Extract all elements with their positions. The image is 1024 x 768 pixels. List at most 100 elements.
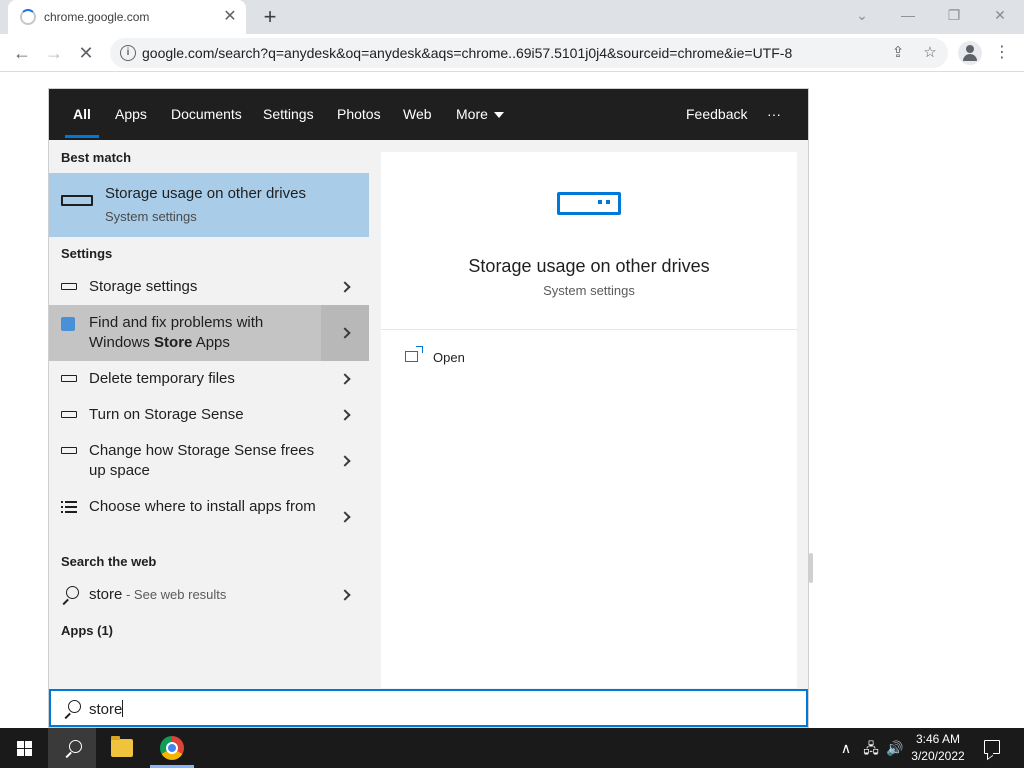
best-match-title: Storage usage on other drives [105,185,306,202]
expand-chevron[interactable] [321,269,369,305]
address-bar[interactable]: i google.com/search?q=anydesk&oq=anydesk… [110,38,948,68]
star-icon[interactable]: ☆ [920,43,940,63]
chevron-right-icon [339,327,351,339]
forward-button[interactable]: → [42,41,66,65]
section-apps[interactable]: Apps (1) [61,623,113,638]
web-search-result[interactable]: store - See web results [49,577,369,613]
result-turn-on-storage-sense[interactable]: Turn on Storage Sense [49,397,369,433]
search-icon [61,586,79,604]
drive-icon [61,411,77,418]
best-match-subtitle: System settings [105,209,197,224]
stop-loading-button[interactable]: ✕ [74,41,98,65]
result-label: Choose where to install apps from [89,498,316,515]
search-filter-bar: All Apps Documents Settings Photos Web M… [49,89,808,140]
result-storage-settings[interactable]: Storage settings [49,269,369,305]
filter-tab-settings[interactable]: Settings [263,89,314,140]
network-icon[interactable]: 🖧 [861,738,881,758]
chevron-right-icon [339,409,351,421]
back-button[interactable]: ← [10,41,34,65]
search-icon[interactable] [48,728,96,768]
tab-title: chrome.google.com [44,10,150,24]
windows-start-icon[interactable] [0,728,48,768]
feedback-button[interactable]: Feedback [686,89,747,140]
search-input[interactable]: store [49,689,808,727]
clock-time[interactable]: 3:46 AM [912,732,964,746]
tab-close-icon[interactable]: ✕ [220,7,240,27]
chevron-right-icon [339,589,351,601]
volume-icon[interactable]: 🔊 [885,738,905,758]
expand-chevron[interactable] [321,305,369,361]
browser-tab[interactable]: chrome.google.com ✕ [8,0,246,34]
text-caret [122,700,124,717]
open-icon[interactable] [405,346,423,362]
search-query-text: store [89,701,123,718]
filter-tab-more[interactable]: More [456,89,504,140]
drive-icon [61,283,77,290]
result-label-match: Store [154,334,193,351]
url-text[interactable]: google.com/search?q=anydesk&oq=anydesk&a… [142,45,792,61]
search-query[interactable]: store [89,700,124,718]
restore-button[interactable]: ❐ [940,4,968,26]
preview-subtitle: System settings [543,283,635,298]
share-icon[interactable]: ⇪ [888,43,908,63]
store-troubleshooter-icon [61,317,75,331]
loading-spinner-icon [20,9,36,25]
result-label: Delete temporary files [89,370,235,387]
drive-icon [557,192,621,215]
filter-tab-documents[interactable]: Documents [171,89,242,140]
result-preview-pane: Storage usage on other drives System set… [381,152,797,688]
result-label: Find and fix problems with Windows Store… [89,313,317,353]
expand-chevron[interactable] [321,577,369,613]
close-window-button[interactable]: ✕ [986,4,1014,26]
expand-chevron[interactable] [321,397,369,433]
results-list: Best match Storage usage on other drives… [49,140,369,690]
search-icon [63,700,81,718]
section-best-match: Best match [61,150,132,165]
result-change-storage-sense[interactable]: Change how Storage Sense frees up space [49,433,369,489]
drive-icon [61,447,77,454]
taskbar: ∧ 🖧 🔊 3:46 AM 3/20/2022 [0,728,1024,768]
chevron-right-icon [339,281,351,293]
windows-search-panel: All Apps Documents Settings Photos Web M… [48,88,809,728]
result-label: Change how Storage Sense frees up space [89,442,315,479]
result-choose-install-location[interactable]: Choose where to install apps from [49,489,369,545]
divider [381,329,797,330]
section-search-web: Search the web [61,554,157,569]
expand-chevron[interactable] [321,361,369,397]
result-delete-temp-files[interactable]: Delete temporary files [49,361,369,397]
open-action[interactable]: Open [433,350,465,365]
filter-tab-apps[interactable]: Apps [115,89,147,140]
page-scroll-handle[interactable] [809,553,813,583]
minimize-button[interactable]: — [894,4,922,26]
best-match-result[interactable]: Storage usage on other drives System set… [49,173,369,237]
browser-toolbar: ← → ✕ i google.com/search?q=anydesk&oq=a… [0,34,1024,72]
menu-icon[interactable]: ⋮ [992,41,1012,65]
result-label-suffix: Apps [192,334,230,351]
chevron-right-icon [339,373,351,385]
notification-icon[interactable] [984,740,1000,754]
clock-date[interactable]: 3/20/2022 [908,749,968,763]
expand-chevron[interactable] [321,489,369,545]
info-icon[interactable]: i [120,45,136,61]
profile-icon[interactable] [958,41,982,65]
expand-chevron[interactable] [321,433,369,489]
filter-tab-photos[interactable]: Photos [337,89,381,140]
section-settings: Settings [61,246,113,261]
drive-icon [61,375,77,382]
browser-tab-strip: chrome.google.com ✕ + ⌄ — ❐ ✕ [0,0,1024,34]
filter-tab-all[interactable]: All [65,89,99,140]
new-tab-button[interactable]: + [258,5,282,29]
web-query: store [89,586,123,603]
tab-search-dropdown-icon[interactable]: ⌄ [848,4,876,26]
chrome-icon[interactable] [160,736,184,760]
filter-tab-web[interactable]: Web [403,89,432,140]
result-fix-store-apps[interactable]: Find and fix problems with Windows Store… [49,305,369,361]
more-options-icon[interactable]: ··· [767,89,781,140]
chevron-right-icon [339,511,351,523]
web-result-label: store - See web results [89,585,226,605]
app-list-icon [61,500,77,514]
preview-title: Storage usage on other drives [468,256,710,276]
web-result-suffix: - See web results [122,587,227,602]
file-explorer-icon[interactable] [111,736,133,757]
show-hidden-icons-chevron-icon[interactable]: ∧ [838,738,854,758]
